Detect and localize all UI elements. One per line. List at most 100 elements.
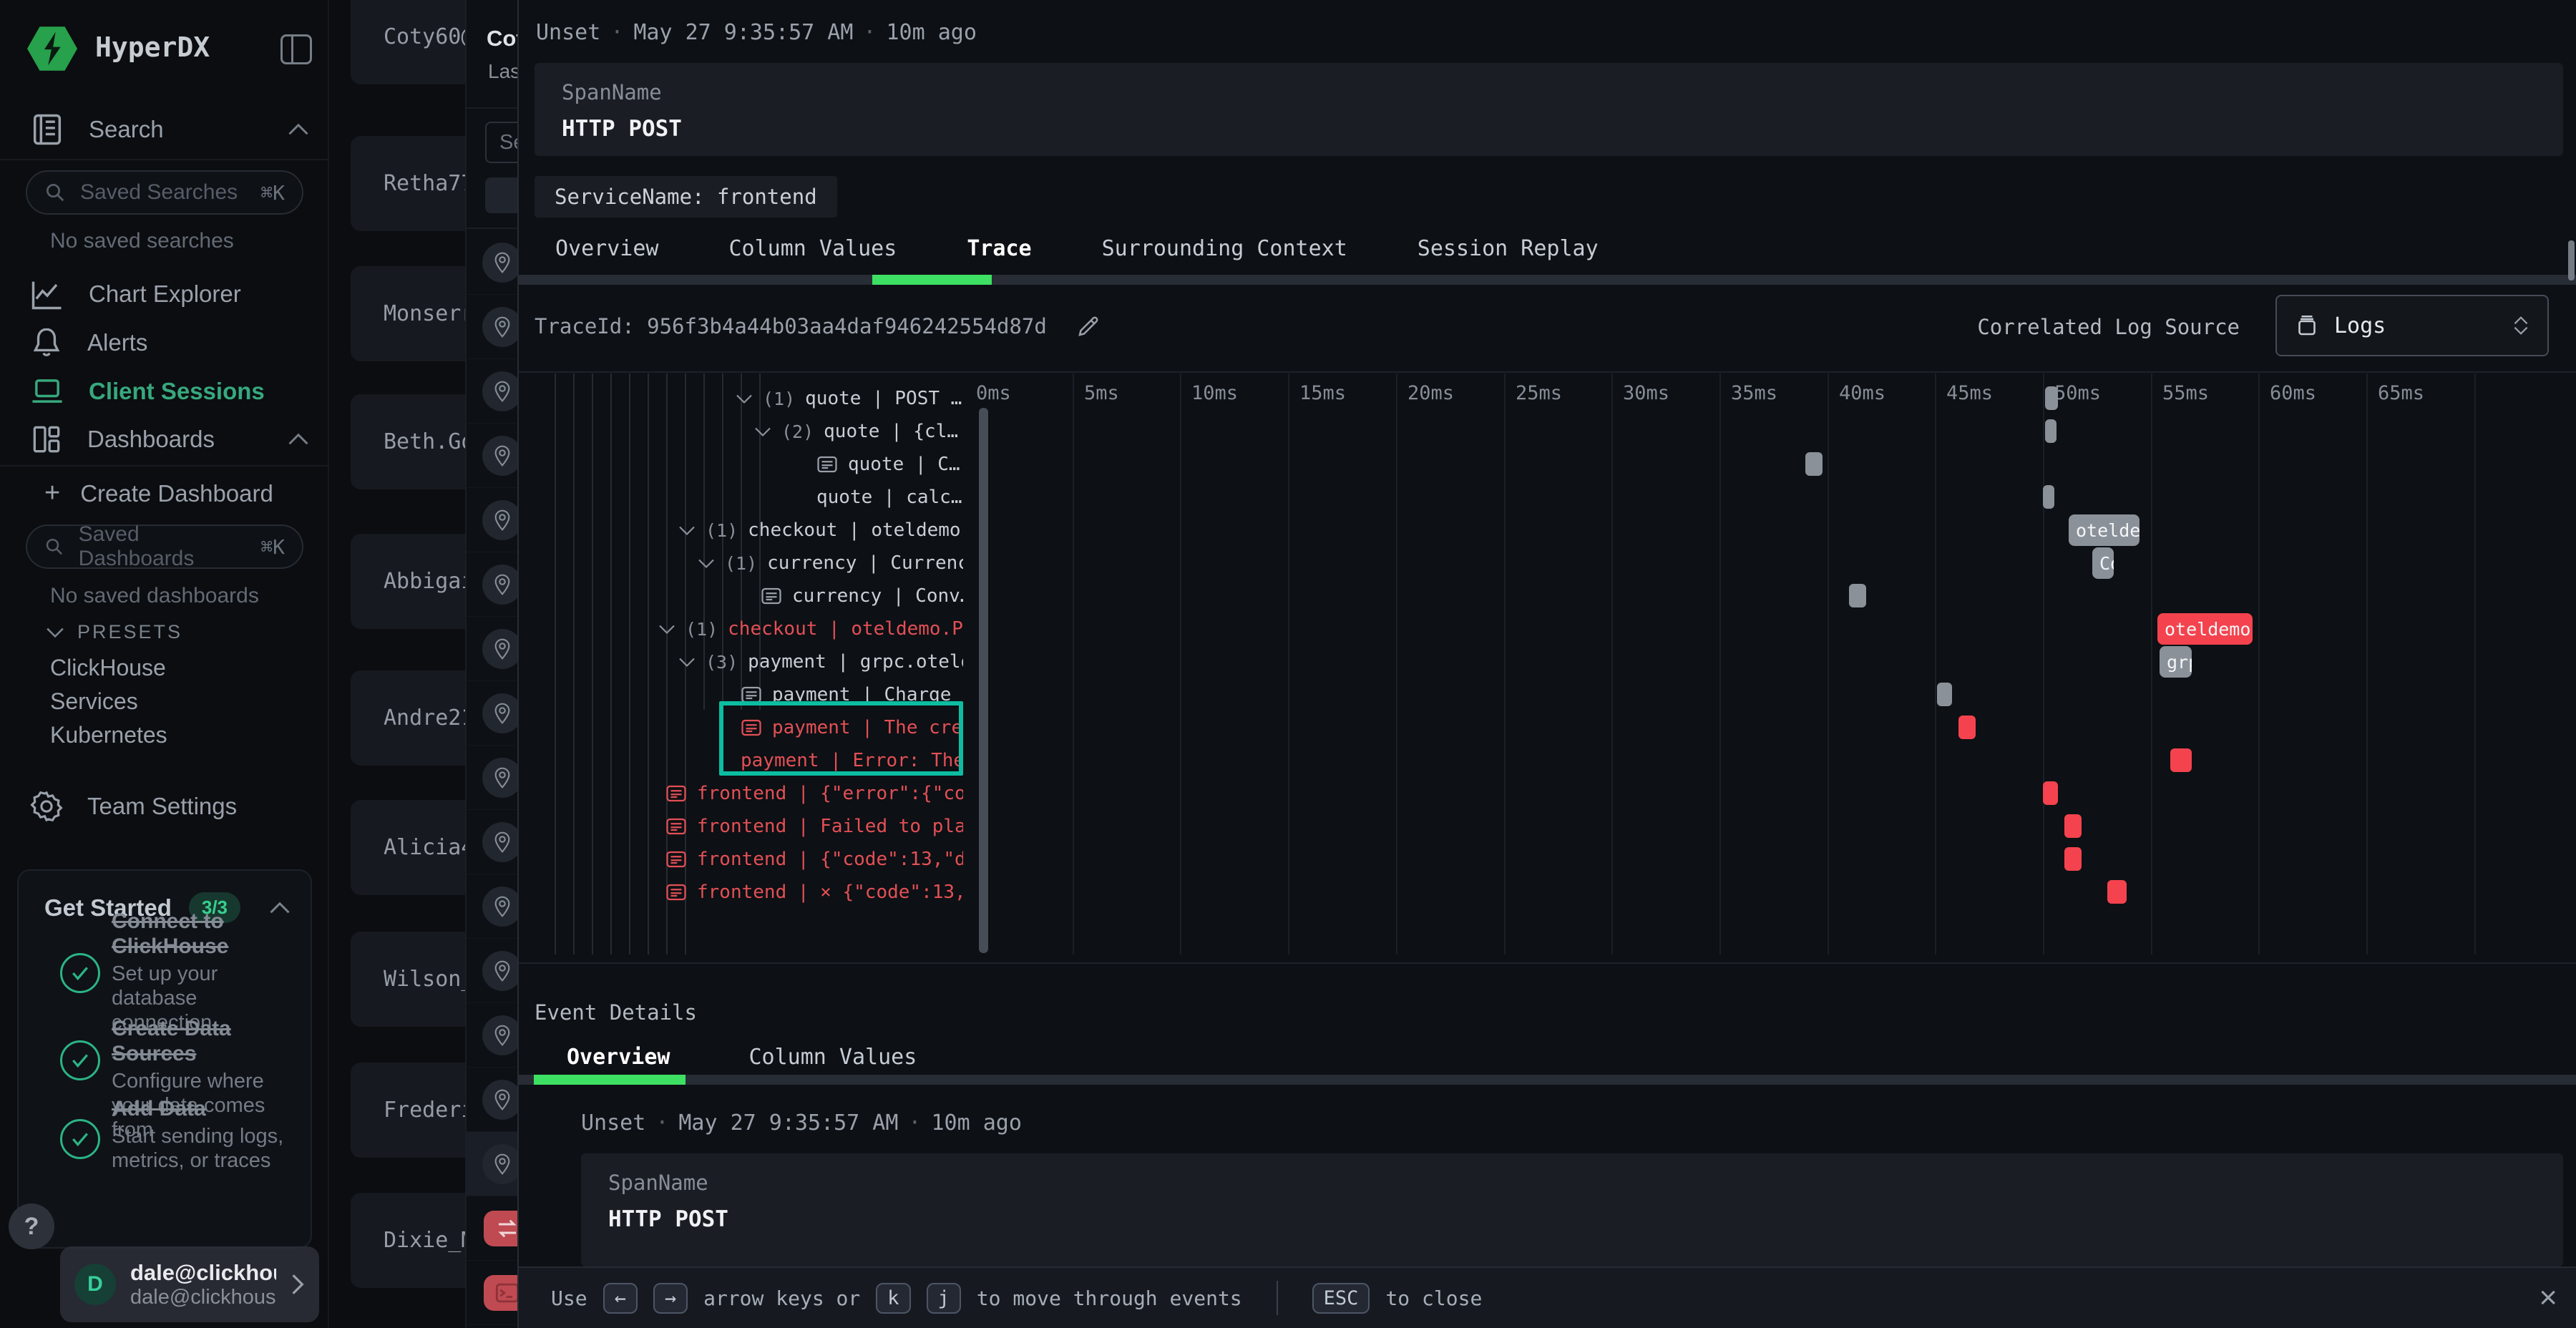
session-card[interactable]: Monserra bbox=[351, 266, 465, 361]
peek-row-location-pin[interactable] bbox=[467, 295, 517, 359]
page-scrollbar-thumb[interactable] bbox=[2568, 240, 2575, 280]
session-card[interactable]: Abbigail bbox=[351, 534, 465, 629]
tab-surrounding-context[interactable]: Surrounding Context bbox=[1102, 236, 1347, 261]
span-bar[interactable] bbox=[2045, 419, 2057, 443]
peek-row-location-pin[interactable] bbox=[467, 1132, 517, 1196]
gridline bbox=[1396, 374, 1397, 954]
session-card[interactable]: Dixie_Mc bbox=[351, 1193, 465, 1288]
span-tree-row[interactable]: payment | Error: The … bbox=[741, 744, 963, 777]
span-bar[interactable]: oteldemo. bbox=[2157, 613, 2253, 645]
span-tree-row[interactable]: payment | The cre… bbox=[741, 711, 963, 744]
edit-pencil-icon[interactable] bbox=[1075, 313, 1101, 339]
log-source-select[interactable]: Logs bbox=[2275, 295, 2549, 356]
peek-search-input[interactable]: Sea bbox=[485, 122, 517, 163]
presets-section-toggle[interactable]: PRESETS bbox=[46, 621, 182, 643]
peek-row-location-pin[interactable] bbox=[467, 359, 517, 424]
tab-column-values[interactable]: Column Values bbox=[729, 236, 897, 261]
span-bar[interactable]: Co bbox=[2092, 547, 2114, 579]
tab-session-replay[interactable]: Session Replay bbox=[1418, 236, 1599, 261]
span-bar[interactable] bbox=[2064, 814, 2082, 838]
event-details-tab-overview[interactable]: Overview bbox=[567, 1045, 670, 1070]
axis-tick-label: 40ms bbox=[1839, 382, 1885, 404]
sidebar-item-chart-explorer[interactable]: Chart Explorer bbox=[0, 273, 329, 315]
span-tree-row[interactable]: payment | Charge … bbox=[741, 678, 963, 711]
service-name-chip[interactable]: ServiceName: frontend bbox=[535, 176, 837, 218]
sidebar-item-label: Search bbox=[89, 116, 164, 143]
session-card[interactable]: Coty60@g bbox=[351, 0, 465, 84]
divider bbox=[0, 159, 329, 160]
tab-overview[interactable]: Overview bbox=[555, 236, 659, 261]
span-tree-row[interactable]: quote | calc… bbox=[816, 481, 962, 514]
session-card[interactable]: Andre21@ bbox=[351, 670, 465, 766]
sidebar-item-label: Client Sessions bbox=[89, 378, 265, 405]
peek-row-terminal[interactable] bbox=[467, 1261, 517, 1325]
sidebar-item-alerts[interactable]: Alerts bbox=[0, 322, 329, 363]
span-tree-row[interactable]: frontend | {"code":13,"det… bbox=[665, 843, 963, 876]
peek-row-location-pin[interactable] bbox=[467, 424, 517, 488]
span-bar[interactable]: grpc bbox=[2160, 646, 2192, 678]
peek-row-location-pin[interactable] bbox=[467, 746, 517, 810]
span-bar[interactable] bbox=[1849, 584, 1866, 607]
peek-row-location-pin[interactable] bbox=[467, 874, 517, 939]
span-bar[interactable] bbox=[2107, 880, 2127, 904]
peek-row-location-pin[interactable] bbox=[467, 1003, 517, 1068]
peek-row-location-pin[interactable] bbox=[467, 1068, 517, 1132]
span-tree-row[interactable]: (1)currency | Currenc… bbox=[698, 547, 963, 580]
event-status-line: Unset·May 27 9:35:57 AM·10m ago bbox=[536, 20, 977, 45]
peek-row-location-pin[interactable] bbox=[467, 939, 517, 1003]
close-icon[interactable]: × bbox=[2539, 1282, 2557, 1314]
sidebar-item-dashboards[interactable]: Dashboards bbox=[0, 419, 329, 460]
peek-row-location-pin[interactable] bbox=[467, 617, 517, 681]
create-dashboard-button[interactable]: + Create Dashboard bbox=[44, 478, 273, 509]
span-tree-row[interactable]: frontend | × {"code":13,"d… bbox=[665, 876, 963, 909]
peek-row-location-pin[interactable] bbox=[467, 810, 517, 874]
span-tree-row[interactable]: (2)quote | {cl… bbox=[754, 415, 958, 448]
span-bar[interactable]: oteldemo. bbox=[2069, 514, 2140, 546]
span-tree-row[interactable]: quote | C… bbox=[816, 448, 960, 481]
span-bar[interactable] bbox=[2170, 748, 2192, 772]
sidebar-collapse-icon[interactable] bbox=[280, 34, 312, 64]
span-tree-row[interactable]: frontend | {"error":{"code… bbox=[665, 777, 963, 810]
span-bar[interactable] bbox=[2045, 386, 2058, 410]
span-bar[interactable] bbox=[2043, 781, 2058, 805]
session-card[interactable]: Wilson_H bbox=[351, 932, 465, 1027]
sidebar-item-search[interactable]: Search bbox=[0, 109, 329, 150]
session-detail-peek-panel: Cot Las Sea bbox=[465, 0, 517, 1328]
session-card[interactable]: Alicia42 bbox=[351, 800, 465, 895]
span-tree-row[interactable]: (1)quote | POST … bbox=[736, 382, 962, 415]
session-card[interactable]: Frederic bbox=[351, 1063, 465, 1158]
span-bar[interactable] bbox=[2043, 485, 2054, 509]
chevron-down-icon bbox=[736, 394, 753, 404]
span-bar[interactable] bbox=[1958, 716, 1976, 739]
preset-item-kubernetes[interactable]: Kubernetes bbox=[50, 722, 167, 748]
span-tree-row[interactable]: (1)checkout | oteldemo.Pa… bbox=[658, 612, 963, 645]
event-details-tab-column-values[interactable]: Column Values bbox=[749, 1045, 917, 1070]
peek-button[interactable] bbox=[485, 177, 517, 213]
span-bar[interactable] bbox=[1937, 683, 1952, 706]
location-pin-icon bbox=[482, 565, 517, 605]
span-bar[interactable] bbox=[1805, 452, 1823, 476]
span-tree-row[interactable]: currency | Conv… bbox=[761, 580, 963, 612]
sidebar-item-client-sessions[interactable]: Client Sessions bbox=[0, 371, 329, 412]
peek-row-location-pin[interactable] bbox=[467, 552, 517, 617]
sidebar-item-team-settings[interactable]: Team Settings bbox=[0, 786, 329, 827]
session-card[interactable]: Beth.Gol bbox=[351, 394, 465, 489]
saved-searches-input[interactable]: Saved Searches ⌘K bbox=[26, 170, 303, 215]
span-tree-row[interactable]: (1)checkout | oteldemo.… bbox=[678, 514, 963, 547]
saved-dashboards-input[interactable]: Saved Dashboards ⌘K bbox=[26, 524, 303, 569]
help-button[interactable]: ? bbox=[9, 1204, 54, 1249]
span-tree-row[interactable]: (3)payment | grpc.oteld… bbox=[678, 645, 963, 678]
location-pin-icon bbox=[482, 436, 517, 476]
span-bar[interactable] bbox=[2064, 847, 2082, 871]
user-account-chip[interactable]: D dale@clickhouse.com dale@clickhouse.co… bbox=[60, 1246, 319, 1322]
peek-row-swap-horizontal[interactable] bbox=[467, 1196, 517, 1261]
session-card[interactable]: Retha77@ bbox=[351, 136, 465, 231]
event-relative-time: 10m ago bbox=[931, 1110, 1021, 1136]
tab-trace[interactable]: Trace bbox=[967, 236, 1031, 261]
preset-item-services[interactable]: Services bbox=[50, 688, 138, 715]
span-tree-row[interactable]: frontend | Failed to place… bbox=[665, 810, 963, 843]
peek-row-location-pin[interactable] bbox=[467, 230, 517, 295]
preset-item-clickhouse[interactable]: ClickHouse bbox=[50, 655, 166, 681]
peek-row-location-pin[interactable] bbox=[467, 488, 517, 552]
peek-row-location-pin[interactable] bbox=[467, 681, 517, 746]
